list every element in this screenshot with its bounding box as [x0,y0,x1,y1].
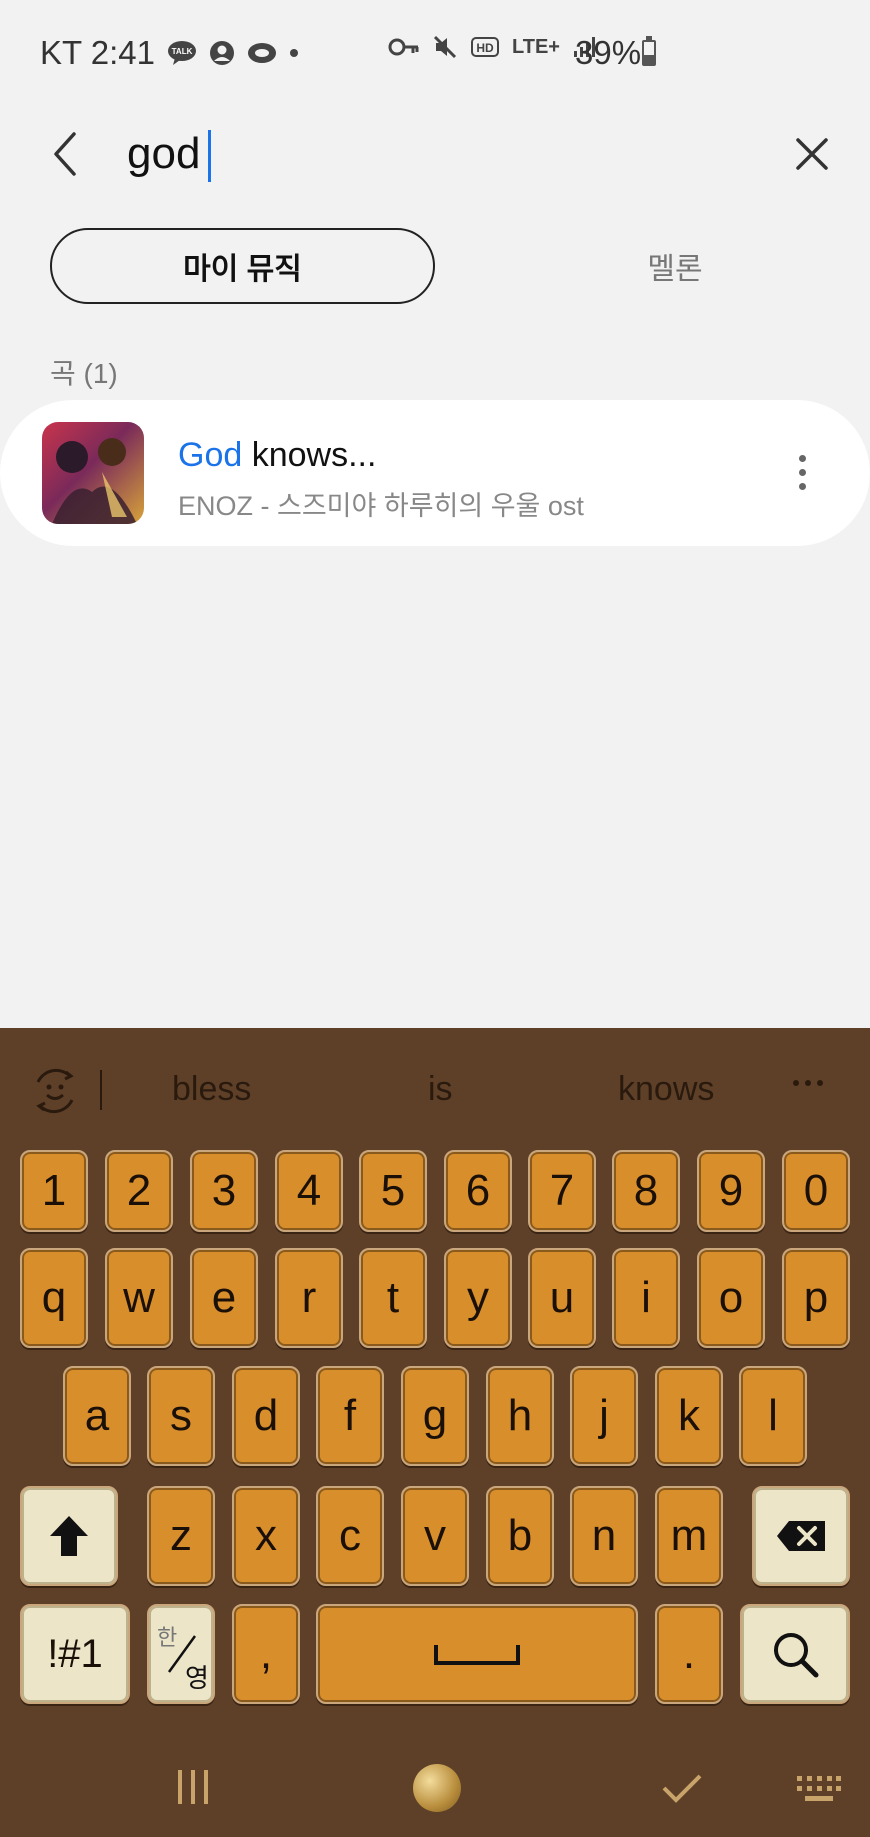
lang-top-label: 한 [157,1625,178,1650]
lte-icon: LTE+ [512,35,560,58]
back-button[interactable] [40,126,90,182]
key-b[interactable]: b [486,1486,554,1586]
key-7[interactable]: 7 [528,1150,596,1232]
back-icon [54,132,76,176]
shift-key[interactable] [20,1486,118,1586]
search-query: god [127,129,201,178]
key-i[interactable]: i [612,1248,680,1348]
key-p[interactable]: p [782,1248,850,1348]
key-x[interactable]: x [232,1486,300,1586]
keyboard-switch-icon[interactable] [797,1776,841,1802]
song-artist-album: ENOZ - 스즈미야 하루히의 우울 ost [178,491,584,521]
key-l[interactable]: l [739,1366,807,1466]
space-key[interactable] [316,1604,638,1704]
vpn-key-icon [388,37,420,57]
backspace-icon [777,1521,825,1551]
key-d[interactable]: d [232,1366,300,1466]
album-thumbnail [42,422,144,524]
carrier-time: KT 2:41 [40,34,155,71]
key-9[interactable]: 9 [697,1150,765,1232]
suggestion-divider [100,1070,102,1110]
key-v[interactable]: v [401,1486,469,1586]
suggestion-bar: bless is knows [0,1028,870,1152]
song-title-rest: knows... [242,436,377,474]
lang-bottom-label: 영 [185,1663,209,1693]
key-2[interactable]: 2 [105,1150,173,1232]
battery-icon [642,36,656,66]
mute-icon [432,34,458,60]
key-h[interactable]: h [486,1366,554,1466]
clear-search-button[interactable] [790,126,834,182]
emoji-icon[interactable] [30,1066,80,1116]
account-icon [209,40,235,66]
key-8[interactable]: 8 [612,1150,680,1232]
tab-melon[interactable]: 멜론 [480,228,870,304]
shift-icon [50,1516,88,1556]
key-w[interactable]: w [105,1248,173,1348]
text-cursor [208,130,212,183]
symbols-key[interactable]: !#1 [20,1604,130,1704]
key-j[interactable]: j [570,1366,638,1466]
key-t[interactable]: t [359,1248,427,1348]
key-6[interactable]: 6 [444,1150,512,1232]
key-e[interactable]: e [190,1248,258,1348]
chat-icon [247,41,277,65]
suggestion-2[interactable]: is [428,1070,453,1109]
dot-icon [289,48,299,58]
key-o[interactable]: o [697,1248,765,1348]
source-tabs: 마이 뮤직 멜론 [50,228,820,304]
key-5[interactable]: 5 [359,1150,427,1232]
key-f[interactable]: f [316,1366,384,1466]
backspace-key[interactable] [752,1486,850,1586]
language-key[interactable]: 한 영 [147,1604,215,1704]
key-3[interactable]: 3 [190,1150,258,1232]
hide-keyboard-button[interactable] [660,1768,704,1808]
key-q[interactable]: q [20,1248,88,1348]
key-s[interactable]: s [147,1366,215,1466]
key-g[interactable]: g [401,1366,469,1466]
more-options-button[interactable] [782,442,822,502]
key-c[interactable]: c [316,1486,384,1586]
svg-text:HD: HD [476,41,494,55]
songs-section-label: 곡 (1) [50,358,118,389]
recent-apps-button[interactable] [178,1770,208,1804]
key-0[interactable]: 0 [782,1150,850,1232]
song-result-item[interactable]: God knows... ENOZ - 스즈미야 하루히의 우울 ost [0,400,870,546]
search-key[interactable] [740,1604,850,1704]
search-input[interactable]: god [127,124,212,184]
suggestion-3[interactable]: knows [618,1070,714,1109]
key-m[interactable]: m [655,1486,723,1586]
key-y[interactable]: y [444,1248,512,1348]
key-4[interactable]: 4 [275,1150,343,1232]
battery-percent: 39% [575,34,642,71]
space-icon [434,1645,520,1665]
suggestion-1[interactable]: bless [172,1070,251,1109]
kakaotalk-icon: TALK [167,40,197,66]
key-k[interactable]: k [655,1366,723,1466]
key-z[interactable]: z [147,1486,215,1586]
navigation-bar [0,1738,870,1837]
search-icon [774,1633,819,1678]
song-title: God knows... [178,436,376,475]
hd-voice-icon: HD [470,35,500,59]
key-r[interactable]: r [275,1248,343,1348]
comma-key[interactable]: , [232,1604,300,1704]
key-1[interactable]: 1 [20,1150,88,1232]
keyboard: bless is knows 1 2 3 4 5 6 7 8 9 0 q w e… [0,1028,870,1738]
period-key[interactable]: . [655,1604,723,1704]
key-u[interactable]: u [528,1248,596,1348]
close-icon [796,138,828,170]
search-bar: god [0,106,870,222]
status-bar: KT 2:41 TALK HD LTE+ 39% [0,0,870,106]
more-suggestions-icon[interactable] [793,1080,823,1086]
home-button[interactable] [413,1764,461,1812]
key-n[interactable]: n [570,1486,638,1586]
song-title-highlight: God [178,436,243,474]
svg-text:TALK: TALK [172,47,193,56]
key-a[interactable]: a [63,1366,131,1466]
tab-my-music[interactable]: 마이 뮤직 [50,228,435,304]
